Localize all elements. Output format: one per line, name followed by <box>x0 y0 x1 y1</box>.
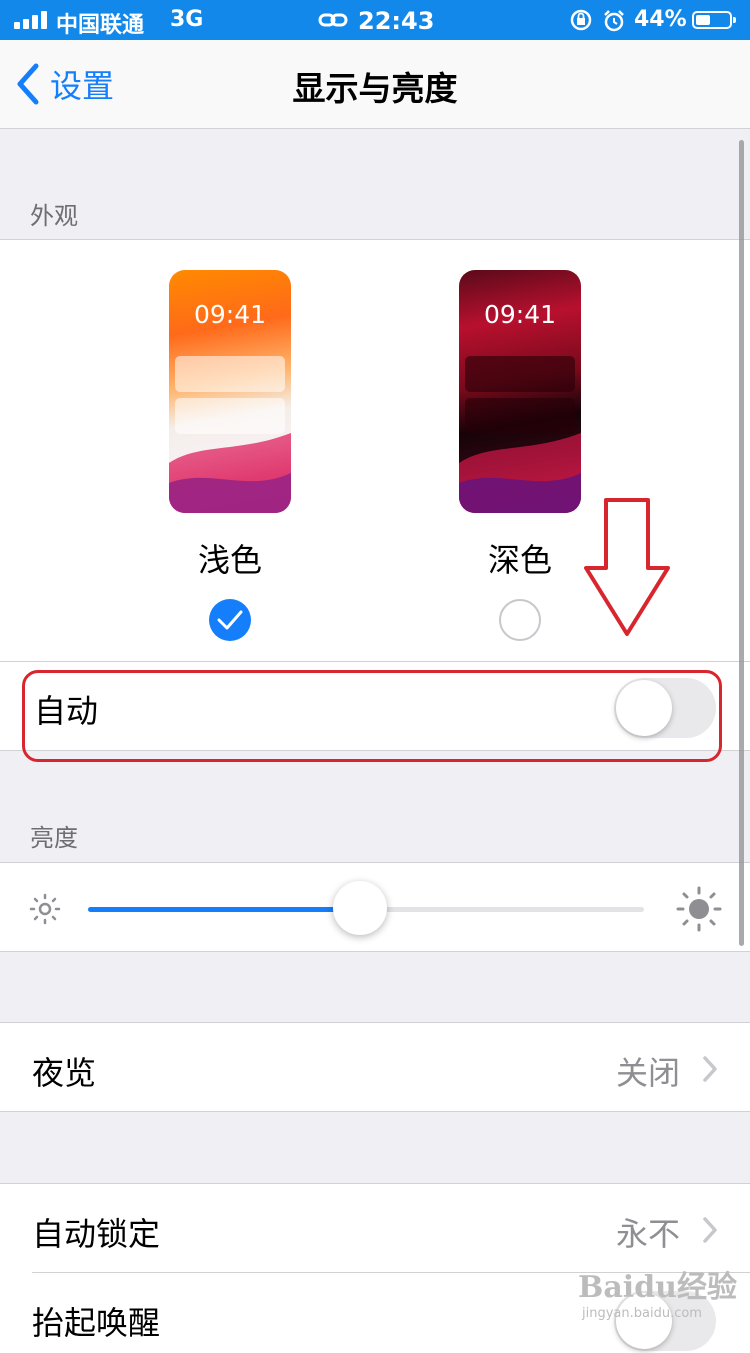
raise-to-wake-label: 抬起唤醒 <box>32 1304 161 1342</box>
auto-lock-label: 自动锁定 <box>32 1215 161 1253</box>
rotation-lock-icon <box>570 9 592 31</box>
status-time: 22:43 <box>358 7 435 35</box>
light-mode-preview[interactable]: 09:41 <box>169 270 291 513</box>
appearance-group: 09:41 浅色 09:41 深色 自动 <box>0 239 750 751</box>
watermark-text: Baidu经验 <box>578 1270 737 1305</box>
navigation-bar: 设置 显示与亮度 <box>0 40 750 129</box>
light-preview-notification <box>175 356 285 392</box>
signal-strength-icon <box>14 11 50 29</box>
alarm-icon <box>604 10 624 32</box>
brightness-slider-thumb[interactable] <box>333 881 388 935</box>
checkmark-icon <box>217 610 243 630</box>
night-shift-label: 夜览 <box>32 1054 97 1092</box>
dark-wallpaper-wave <box>459 433 581 513</box>
network-type: 3G <box>170 7 204 32</box>
sun-small-icon <box>29 893 61 925</box>
night-shift-row[interactable]: 夜览 关闭 <box>0 1022 750 1112</box>
battery-percentage: 44% <box>634 7 687 32</box>
appearance-section-header: 外观 <box>30 202 78 230</box>
auto-appearance-toggle[interactable] <box>614 678 716 738</box>
night-shift-value: 关闭 <box>615 1054 680 1092</box>
battery-icon <box>692 11 736 29</box>
brightness-group <box>0 862 750 952</box>
chevron-right-icon <box>703 1056 717 1082</box>
sun-large-icon <box>676 886 722 932</box>
dark-preview-clock: 09:41 <box>483 300 557 329</box>
auto-appearance-label: 自动 <box>34 692 99 730</box>
status-bar: 中国联通 3G 22:43 44% <box>0 0 750 40</box>
light-preview-clock: 09:41 <box>193 300 267 329</box>
watermark-url: jingyan.baidu.com <box>582 1306 702 1321</box>
scrollbar[interactable] <box>739 140 744 946</box>
light-option-radio[interactable] <box>209 599 251 641</box>
auto-lock-value: 永不 <box>615 1215 680 1253</box>
appearance-option-dark[interactable]: 09:41 深色 <box>458 270 582 641</box>
toggle-knob <box>616 680 672 736</box>
dark-option-radio[interactable] <box>499 599 541 641</box>
brightness-slider-fill <box>88 907 361 912</box>
brightness-section-header: 亮度 <box>30 824 78 852</box>
page-title: 显示与亮度 <box>292 69 458 108</box>
carrier-name: 中国联通 <box>56 13 145 38</box>
dark-mode-preview[interactable]: 09:41 <box>459 270 581 513</box>
chevron-right-icon <box>703 1217 717 1243</box>
auto-appearance-row: 自动 <box>0 662 750 752</box>
dark-preview-notification <box>465 356 575 392</box>
dark-option-label: 深色 <box>487 541 552 579</box>
appearance-option-light[interactable]: 09:41 浅色 <box>168 270 292 641</box>
dark-preview-notification <box>465 398 575 434</box>
link-icon <box>318 13 348 27</box>
light-wallpaper-wave <box>169 433 291 513</box>
annotation-down-arrow-icon <box>584 498 670 636</box>
light-option-label: 浅色 <box>197 541 262 579</box>
light-preview-notification <box>175 398 285 434</box>
baidu-jingyan-watermark: Baidu经验 jingyan.baidu.com <box>578 1254 748 1334</box>
